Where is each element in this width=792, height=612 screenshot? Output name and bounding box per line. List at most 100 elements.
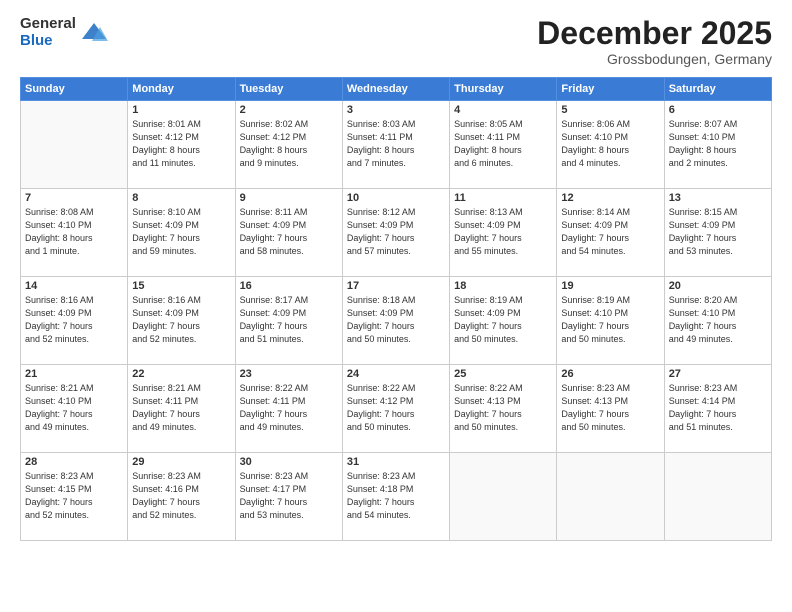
day-number: 4 — [454, 104, 552, 116]
day-info: Sunrise: 8:23 AM Sunset: 4:13 PM Dayligh… — [561, 382, 659, 434]
day-info: Sunrise: 8:21 AM Sunset: 4:10 PM Dayligh… — [25, 382, 123, 434]
day-number: 21 — [25, 368, 123, 380]
day-info: Sunrise: 8:03 AM Sunset: 4:11 PM Dayligh… — [347, 118, 445, 170]
calendar-cell: 1 Sunrise: 8:01 AM Sunset: 4:12 PM Daylig… — [128, 101, 235, 189]
calendar-cell: 6Sunrise: 8:07 AM Sunset: 4:10 PM Daylig… — [664, 101, 771, 189]
day-info: Sunrise: 8:18 AM Sunset: 4:09 PM Dayligh… — [347, 294, 445, 346]
calendar-cell: 29 Sunrise: 8:23 AM Sunset: 4:16 PM Dayli… — [128, 453, 235, 541]
calendar-cell: 25Sunrise: 8:22 AM Sunset: 4:13 PM Dayli… — [450, 365, 557, 453]
day-info: Sunrise: 8:22 AM Sunset: 4:11 PM Dayligh… — [240, 382, 338, 434]
header-tuesday: Tuesday — [235, 78, 342, 101]
calendar-cell: 8 Sunrise: 8:10 AM Sunset: 4:09 PM Daylig… — [128, 189, 235, 277]
day-number: 19 — [561, 280, 659, 292]
calendar-cell: 16 Sunrise: 8:17 AM Sunset: 4:09 PM Dayli… — [235, 277, 342, 365]
day-info: Sunrise: 8:05 AM Sunset: 4:11 PM Dayligh… — [454, 118, 552, 170]
logo: General Blue — [20, 16, 108, 49]
calendar-week-3: 14 Sunrise: 8:16 AM Sunset: 4:09 PM Dayli… — [21, 277, 772, 365]
logo-general: General — [20, 16, 76, 33]
calendar-cell — [664, 453, 771, 541]
day-info: Sunrise: 8:11 AM Sunset: 4:09 PM Dayligh… — [240, 206, 338, 258]
calendar-cell: 28Sunrise: 8:23 AM Sunset: 4:15 PM Dayli… — [21, 453, 128, 541]
day-number: 31 — [347, 456, 445, 468]
day-number: 5 — [561, 104, 659, 116]
day-info: Sunrise: 8:13 AM Sunset: 4:09 PM Dayligh… — [454, 206, 552, 258]
day-info: Sunrise: 8:16 AM Sunset: 4:09 PM Dayligh… — [25, 294, 123, 346]
day-number: 3 — [347, 104, 445, 116]
calendar-cell: 30Sunrise: 8:23 AM Sunset: 4:17 PM Dayli… — [235, 453, 342, 541]
day-number: 24 — [347, 368, 445, 380]
logo-icon — [80, 19, 108, 47]
day-number: 16 — [240, 280, 338, 292]
header-thursday: Thursday — [450, 78, 557, 101]
day-info: Sunrise: 8:08 AM Sunset: 4:10 PM Dayligh… — [25, 206, 123, 258]
day-info: Sunrise: 8:19 AM Sunset: 4:09 PM Dayligh… — [454, 294, 552, 346]
calendar-cell: 9 Sunrise: 8:11 AM Sunset: 4:09 PM Daylig… — [235, 189, 342, 277]
header-monday: Monday — [128, 78, 235, 101]
header-row: Sunday Monday Tuesday Wednesday Thursday… — [21, 78, 772, 101]
day-number: 1 — [132, 104, 230, 116]
day-info: Sunrise: 8:16 AM Sunset: 4:09 PM Dayligh… — [132, 294, 230, 346]
title-block: December 2025 Grossbodungen, Germany — [537, 16, 772, 67]
day-info: Sunrise: 8:12 AM Sunset: 4:09 PM Dayligh… — [347, 206, 445, 258]
day-number: 20 — [669, 280, 767, 292]
day-number: 29 — [132, 456, 230, 468]
calendar-cell: 10 Sunrise: 8:12 AM Sunset: 4:09 PM Dayli… — [342, 189, 449, 277]
calendar-cell: 3 Sunrise: 8:03 AM Sunset: 4:11 PM Daylig… — [342, 101, 449, 189]
day-info: Sunrise: 8:20 AM Sunset: 4:10 PM Dayligh… — [669, 294, 767, 346]
day-number: 25 — [454, 368, 552, 380]
day-info: Sunrise: 8:02 AM Sunset: 4:12 PM Dayligh… — [240, 118, 338, 170]
calendar-cell — [450, 453, 557, 541]
calendar-cell: 19 Sunrise: 8:19 AM Sunset: 4:10 PM Dayli… — [557, 277, 664, 365]
day-number: 10 — [347, 192, 445, 204]
calendar-cell: 22 Sunrise: 8:21 AM Sunset: 4:11 PM Dayli… — [128, 365, 235, 453]
header-wednesday: Wednesday — [342, 78, 449, 101]
day-number: 22 — [132, 368, 230, 380]
calendar-cell: 5Sunrise: 8:06 AM Sunset: 4:10 PM Daylig… — [557, 101, 664, 189]
header-sunday: Sunday — [21, 78, 128, 101]
calendar-cell: 13 Sunrise: 8:15 AM Sunset: 4:09 PM Dayli… — [664, 189, 771, 277]
calendar-cell: 4 Sunrise: 8:05 AM Sunset: 4:11 PM Daylig… — [450, 101, 557, 189]
header-friday: Friday — [557, 78, 664, 101]
day-number: 7 — [25, 192, 123, 204]
day-info: Sunrise: 8:23 AM Sunset: 4:18 PM Dayligh… — [347, 470, 445, 522]
calendar-cell: 17 Sunrise: 8:18 AM Sunset: 4:09 PM Dayli… — [342, 277, 449, 365]
day-number: 14 — [25, 280, 123, 292]
day-number: 2 — [240, 104, 338, 116]
calendar-cell: 24 Sunrise: 8:22 AM Sunset: 4:12 PM Dayli… — [342, 365, 449, 453]
day-info: Sunrise: 8:01 AM Sunset: 4:12 PM Dayligh… — [132, 118, 230, 170]
day-number: 13 — [669, 192, 767, 204]
calendar-cell: 7 Sunrise: 8:08 AM Sunset: 4:10 PM Daylig… — [21, 189, 128, 277]
day-info: Sunrise: 8:15 AM Sunset: 4:09 PM Dayligh… — [669, 206, 767, 258]
day-number: 9 — [240, 192, 338, 204]
month-title: December 2025 — [537, 16, 772, 51]
calendar-cell: 26 Sunrise: 8:23 AM Sunset: 4:13 PM Dayli… — [557, 365, 664, 453]
calendar-week-2: 7 Sunrise: 8:08 AM Sunset: 4:10 PM Daylig… — [21, 189, 772, 277]
page: General Blue December 2025 Grossbodungen… — [0, 0, 792, 612]
calendar-week-5: 28Sunrise: 8:23 AM Sunset: 4:15 PM Dayli… — [21, 453, 772, 541]
day-info: Sunrise: 8:19 AM Sunset: 4:10 PM Dayligh… — [561, 294, 659, 346]
day-info: Sunrise: 8:10 AM Sunset: 4:09 PM Dayligh… — [132, 206, 230, 258]
calendar-cell — [21, 101, 128, 189]
day-number: 26 — [561, 368, 659, 380]
calendar-cell: 27Sunrise: 8:23 AM Sunset: 4:14 PM Dayli… — [664, 365, 771, 453]
day-number: 11 — [454, 192, 552, 204]
calendar-header: Sunday Monday Tuesday Wednesday Thursday… — [21, 78, 772, 101]
day-number: 23 — [240, 368, 338, 380]
calendar-cell: 20 Sunrise: 8:20 AM Sunset: 4:10 PM Dayli… — [664, 277, 771, 365]
day-number: 12 — [561, 192, 659, 204]
day-info: Sunrise: 8:23 AM Sunset: 4:14 PM Dayligh… — [669, 382, 767, 434]
calendar-cell: 11 Sunrise: 8:13 AM Sunset: 4:09 PM Dayli… — [450, 189, 557, 277]
location: Grossbodungen, Germany — [537, 51, 772, 67]
day-number: 8 — [132, 192, 230, 204]
day-info: Sunrise: 8:21 AM Sunset: 4:11 PM Dayligh… — [132, 382, 230, 434]
day-info: Sunrise: 8:17 AM Sunset: 4:09 PM Dayligh… — [240, 294, 338, 346]
day-number: 6 — [669, 104, 767, 116]
calendar-week-1: 1 Sunrise: 8:01 AM Sunset: 4:12 PM Daylig… — [21, 101, 772, 189]
day-info: Sunrise: 8:23 AM Sunset: 4:17 PM Dayligh… — [240, 470, 338, 522]
day-info: Sunrise: 8:22 AM Sunset: 4:12 PM Dayligh… — [347, 382, 445, 434]
calendar-table: Sunday Monday Tuesday Wednesday Thursday… — [20, 77, 772, 541]
day-number: 17 — [347, 280, 445, 292]
calendar-cell: 21 Sunrise: 8:21 AM Sunset: 4:10 PM Dayli… — [21, 365, 128, 453]
day-number: 15 — [132, 280, 230, 292]
day-info: Sunrise: 8:23 AM Sunset: 4:16 PM Dayligh… — [132, 470, 230, 522]
